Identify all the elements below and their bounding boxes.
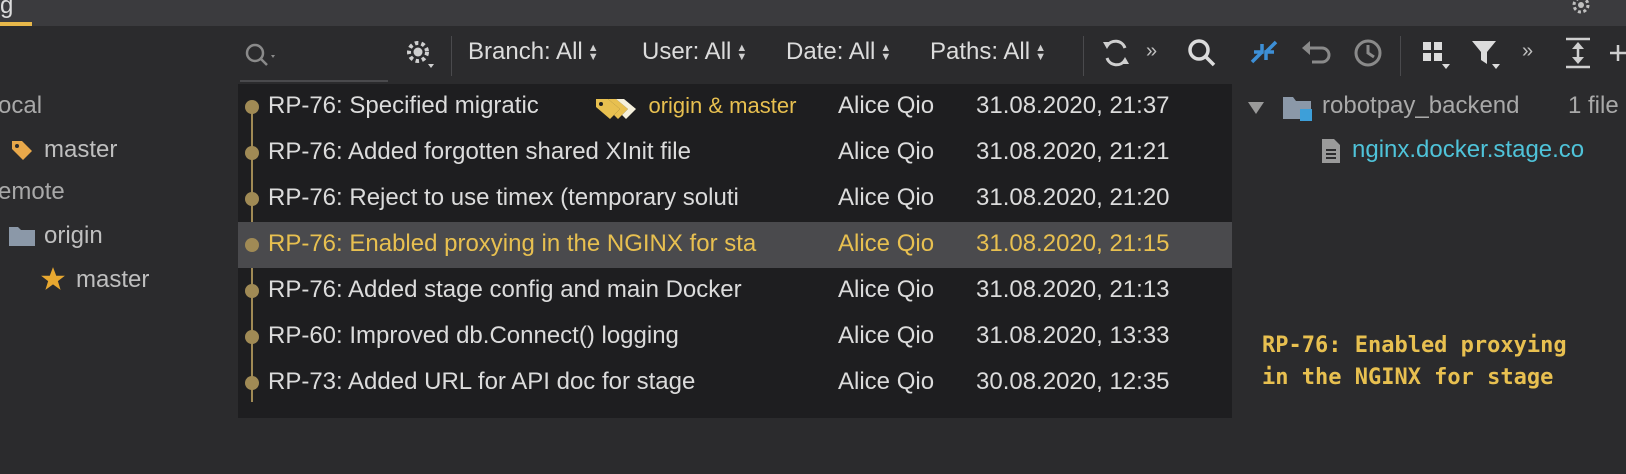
commit-date: 31.08.2020, 13:33 [976, 322, 1170, 349]
branch-remote-origin[interactable]: origin [44, 222, 103, 250]
tag-icon [12, 141, 32, 160]
commit-message: RP-60: Improved db.Connect() logging [268, 322, 679, 349]
file-icon [1322, 139, 1340, 163]
commit-date: 31.08.2020, 21:13 [976, 276, 1170, 303]
tool-window-tab-label[interactable]: g [0, 0, 13, 20]
user-filter-label: User: All [642, 38, 732, 65]
commit-row[interactable]: RP-73: Added URL for API doc for stage A… [238, 360, 1232, 406]
tool-window-header: g [0, 0, 1626, 26]
commit-graph-node [245, 376, 259, 390]
commit-row[interactable]: RP-76: Reject to use timex (temporary so… [238, 176, 1232, 222]
commit-log-table[interactable]: RP-76: Specified migratic origin & maste… [238, 84, 1232, 418]
commit-author: Alice Qio [838, 92, 935, 119]
history-clock-icon[interactable] [1352, 36, 1384, 70]
paths-filter-label: Paths: All [930, 38, 1031, 65]
commit-author: Alice Qio [838, 276, 935, 303]
commit-row[interactable]: RP-76: Added forgotten shared XInit file… [238, 130, 1232, 176]
filter-funnel-icon[interactable] [1470, 36, 1502, 70]
commit-author: Alice Qio [838, 184, 935, 211]
more-actions-chevron[interactable]: » [1522, 40, 1533, 63]
branch-group-local[interactable]: ocal [0, 92, 42, 120]
date-filter[interactable]: Date: All ▲ ▼ [786, 38, 891, 66]
dropdown-arrows-icon: ▲ ▼ [736, 41, 748, 63]
dropdown-arrows-icon: ▲ ▼ [587, 41, 599, 63]
commit-message: RP-76: Enabled proxying in the NGINX for… [268, 230, 757, 257]
toolbar-separator [451, 36, 452, 76]
branch-filter-label: Branch: All [468, 38, 583, 65]
commit-date: 31.08.2020, 21:15 [976, 230, 1170, 257]
commit-details-line: RP-76: Enabled proxying [1262, 333, 1567, 358]
ref-labels[interactable]: origin & master [590, 88, 805, 124]
commit-date: 31.08.2020, 21:37 [976, 92, 1170, 119]
commit-date: 31.08.2020, 21:21 [976, 138, 1170, 165]
commit-message: RP-76: Reject to use timex (temporary so… [268, 184, 739, 211]
commit-details-line: in the NGINX for stage [1262, 365, 1554, 390]
toolbar-separator [1083, 36, 1084, 76]
commit-message: RP-73: Added URL for API doc for stage [268, 368, 696, 395]
ref-label-text: origin & master [648, 93, 797, 118]
commit-graph-node [245, 100, 259, 114]
star-icon [41, 267, 65, 290]
date-filter-label: Date: All [786, 38, 876, 65]
log-settings-gear-icon[interactable] [404, 36, 436, 70]
commit-row[interactable]: RP-60: Improved db.Connect() logging Ali… [238, 314, 1232, 360]
user-filter[interactable]: User: All ▲ ▼ [642, 38, 747, 66]
search-field[interactable] [240, 38, 388, 82]
overflow-icon[interactable] [1606, 36, 1626, 70]
commit-author: Alice Qio [838, 322, 935, 349]
commit-graph-node [245, 146, 259, 160]
changes-file-count: 1 file [1568, 92, 1619, 119]
search-icon [245, 43, 275, 66]
branch-filter[interactable]: Branch: All ▲ ▼ [468, 38, 599, 66]
commit-row-selected[interactable]: RP-76: Enabled proxying in the NGINX for… [238, 222, 1232, 268]
collapse-graph-icon[interactable] [1248, 36, 1280, 70]
changed-file-link[interactable]: nginx.docker.stage.co [1352, 136, 1584, 164]
commit-row[interactable]: RP-76: Added stage config and main Docke… [238, 268, 1232, 314]
group-by-icon[interactable] [1420, 36, 1452, 70]
branches-panel: ocal master emote origin master [0, 26, 232, 474]
commit-message: RP-76: Added forgotten shared XInit file [268, 138, 691, 165]
dropdown-arrows-icon: ▲ ▼ [1035, 41, 1046, 63]
dropdown-arrows-icon: ▲ ▼ [880, 41, 892, 63]
commit-details: RP-76: Enabled proxying in the NGINX for… [1262, 330, 1622, 394]
commit-graph-node [245, 192, 259, 206]
undo-icon[interactable] [1300, 36, 1332, 70]
branch-group-remote[interactable]: emote [0, 178, 65, 206]
commit-row[interactable]: RP-76: Specified migratic origin & maste… [238, 84, 1232, 130]
commit-author: Alice Qio [838, 230, 935, 257]
commit-date: 31.08.2020, 21:20 [976, 184, 1170, 211]
refresh-icon[interactable] [1100, 36, 1132, 70]
commit-message: RP-76: Added stage config and main Docke… [268, 276, 742, 303]
folder-icon [9, 227, 35, 246]
branch-local-master[interactable]: master [44, 136, 117, 164]
find-icon[interactable] [1186, 36, 1218, 70]
expand-triangle-icon[interactable] [1246, 98, 1266, 118]
settings-gear-icon[interactable] [1570, 0, 1592, 16]
commit-graph-node [245, 284, 259, 298]
paths-filter[interactable]: Paths: All ▲ ▼ [930, 38, 1046, 66]
expand-all-icon[interactable] [1562, 36, 1594, 70]
commit-graph-node [245, 238, 259, 252]
changes-folder-name[interactable]: robotpay_backend [1322, 92, 1519, 120]
module-folder-icon [1283, 97, 1312, 121]
branch-origin-master[interactable]: master [76, 266, 149, 294]
branch-tags-icon [596, 99, 636, 119]
toolbar-separator [1400, 36, 1401, 76]
more-actions-chevron[interactable]: » [1146, 40, 1157, 63]
commit-author: Alice Qio [838, 138, 935, 165]
commit-date: 30.08.2020, 12:35 [976, 368, 1170, 395]
commit-author: Alice Qio [838, 368, 935, 395]
commit-graph-node [245, 330, 259, 344]
